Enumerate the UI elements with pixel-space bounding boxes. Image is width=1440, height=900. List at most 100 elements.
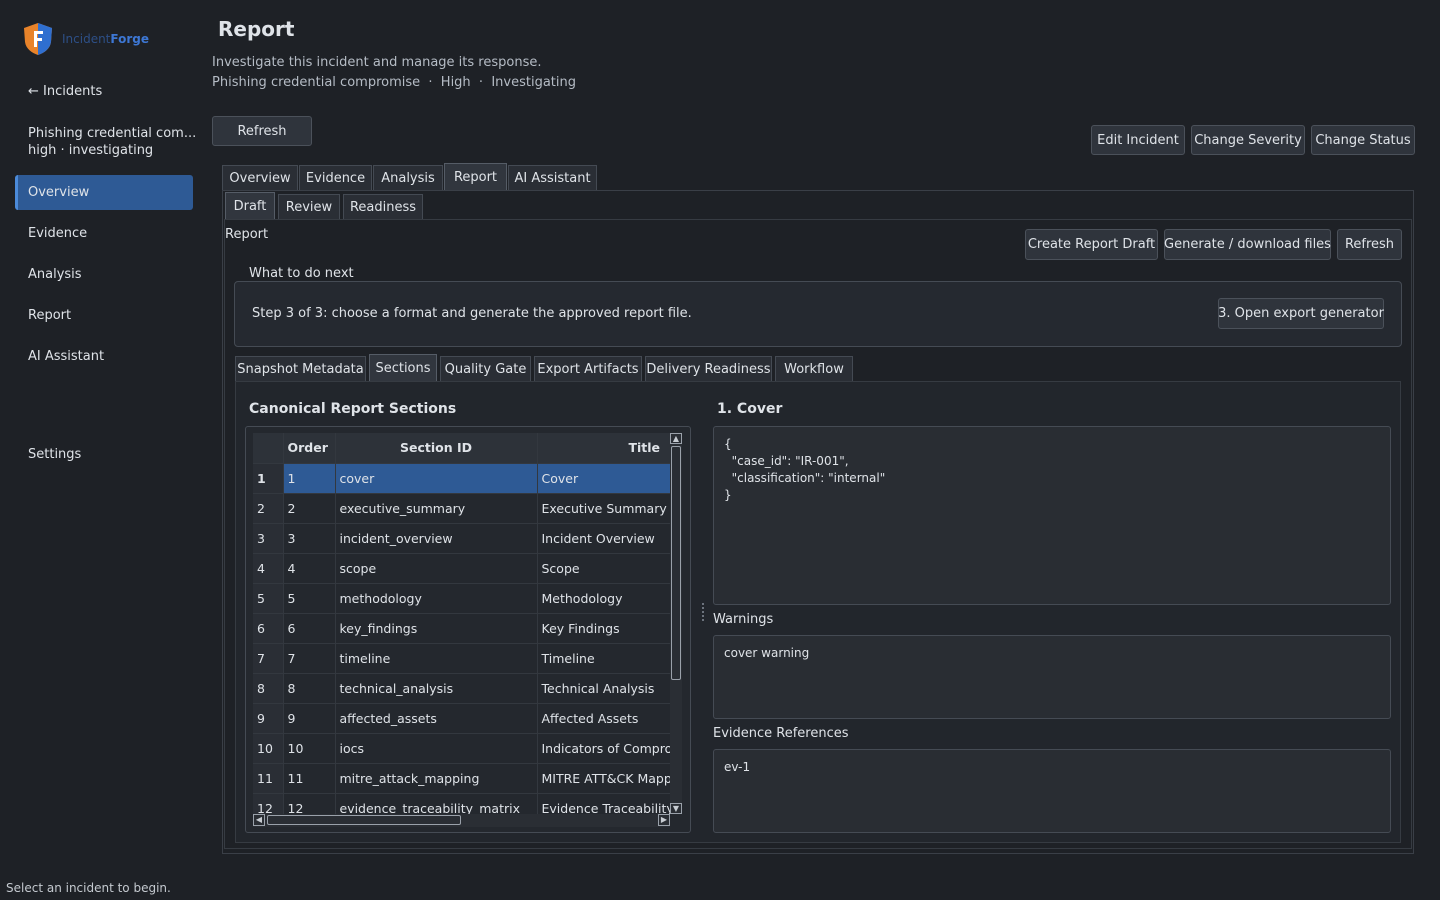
tab-snapshot-metadata[interactable]: Snapshot Metadata — [235, 356, 366, 381]
evidence-references-textbox[interactable]: ev-1 — [713, 749, 1391, 833]
report-refresh-button[interactable]: Refresh — [1337, 229, 1402, 260]
table-row[interactable]: 3 3 incident_overview Incident Overview — [253, 523, 670, 554]
row-number-cell[interactable]: 9 — [253, 703, 284, 734]
section-id-cell[interactable]: methodology — [335, 583, 538, 614]
tab-readiness[interactable]: Readiness — [343, 194, 423, 219]
row-number-cell[interactable]: 2 — [253, 493, 284, 524]
scroll-left-icon[interactable]: ◀ — [253, 814, 265, 826]
table-row[interactable]: 1 1 cover Cover — [253, 463, 670, 494]
column-header-order[interactable]: Order — [283, 433, 336, 464]
sidebar-item-settings[interactable]: Settings — [15, 437, 193, 472]
tab-analysis[interactable]: Analysis — [373, 165, 443, 190]
generate-download-files-button[interactable]: Generate / download files — [1164, 229, 1331, 260]
row-number-cell[interactable]: 8 — [253, 673, 284, 704]
tab-sections[interactable]: Sections — [369, 354, 437, 381]
sidebar-item-report[interactable]: Report — [15, 298, 193, 333]
back-to-incidents-link[interactable]: ← Incidents — [28, 84, 102, 99]
tab-ai-assistant[interactable]: AI Assistant — [508, 165, 597, 190]
sidebar-item-evidence[interactable]: Evidence — [15, 216, 193, 251]
tab-review[interactable]: Review — [278, 194, 340, 219]
tab-draft[interactable]: Draft — [225, 192, 275, 219]
sidebar-item-overview[interactable]: Overview — [15, 175, 193, 210]
row-number-cell[interactable]: 11 — [253, 763, 284, 794]
sections-horizontal-scrollbar[interactable]: ◀ ▶ — [253, 814, 670, 827]
scroll-up-icon[interactable]: ▲ — [670, 433, 682, 444]
row-number-cell[interactable]: 6 — [253, 613, 284, 644]
order-cell[interactable]: 12 — [283, 793, 336, 814]
title-cell[interactable]: Key Findings — [537, 613, 670, 644]
refresh-button[interactable]: Refresh — [212, 116, 312, 146]
row-number-cell[interactable]: 3 — [253, 523, 284, 554]
horizontal-scroll-thumb[interactable] — [267, 815, 461, 825]
order-cell[interactable]: 10 — [283, 733, 336, 764]
table-row[interactable]: 9 9 affected_assets Affected Assets — [253, 703, 670, 734]
order-cell[interactable]: 1 — [283, 463, 336, 494]
order-cell[interactable]: 11 — [283, 763, 336, 794]
splitter-handle[interactable] — [702, 603, 704, 621]
order-cell[interactable]: 5 — [283, 583, 336, 614]
table-row[interactable]: 8 8 technical_analysis Technical Analysis — [253, 673, 670, 704]
table-row[interactable]: 2 2 executive_summary Executive Summary — [253, 493, 670, 524]
vertical-scroll-thumb[interactable] — [671, 446, 681, 680]
row-number-cell[interactable]: 4 — [253, 553, 284, 584]
order-cell[interactable]: 8 — [283, 673, 336, 704]
section-id-cell[interactable]: mitre_attack_mapping — [335, 763, 538, 794]
title-cell[interactable]: Cover — [537, 463, 670, 494]
sidebar-item-ai-assistant[interactable]: AI Assistant — [15, 339, 193, 374]
section-id-cell[interactable]: affected_assets — [335, 703, 538, 734]
order-cell[interactable]: 9 — [283, 703, 336, 734]
tab-overview[interactable]: Overview — [222, 165, 298, 190]
order-cell[interactable]: 3 — [283, 523, 336, 554]
edit-incident-button[interactable]: Edit Incident — [1091, 125, 1185, 155]
title-cell[interactable]: Evidence Traceability Matrix — [537, 793, 670, 814]
order-cell[interactable]: 2 — [283, 493, 336, 524]
section-id-cell[interactable]: timeline — [335, 643, 538, 674]
table-row[interactable]: 1010iocsIndicators of Compromise — [253, 733, 670, 764]
section-id-cell[interactable]: scope — [335, 553, 538, 584]
title-cell[interactable]: MITRE ATT&CK Mapping — [537, 763, 670, 794]
section-id-cell[interactable]: cover — [335, 463, 538, 494]
table-row[interactable]: 6 6 key_findings Key Findings — [253, 613, 670, 644]
tab-evidence[interactable]: Evidence — [299, 165, 372, 190]
section-id-cell[interactable]: evidence_traceability_matrix — [335, 793, 538, 814]
row-number-cell[interactable]: 12 — [253, 793, 284, 814]
row-number-cell[interactable]: 7 — [253, 643, 284, 674]
table-row[interactable]: 11 11 mitre_attack_mapping MITRE ATT&CK Map… — [253, 763, 670, 794]
create-report-draft-button[interactable]: Create Report Draft — [1025, 229, 1158, 260]
change-severity-button[interactable]: Change Severity — [1191, 125, 1305, 155]
table-row[interactable]: 5 5 methodology Methodology — [253, 583, 670, 614]
section-json-editor[interactable]: { "case_id": "IR-001", "classification":… — [713, 426, 1391, 605]
title-cell[interactable]: Timeline — [537, 643, 670, 674]
section-id-cell[interactable]: iocs — [335, 733, 538, 764]
title-cell[interactable]: Indicators of Compromise — [537, 733, 670, 764]
tab-quality-gate[interactable]: Quality Gate — [440, 356, 531, 381]
table-row[interactable]: 12 12 evidence_traceability_matrix Evidence… — [253, 793, 670, 814]
section-id-cell[interactable]: key_findings — [335, 613, 538, 644]
tab-export-artifacts[interactable]: Export Artifacts — [534, 356, 642, 381]
column-header-section-id[interactable]: Section ID — [335, 433, 538, 464]
section-id-cell[interactable]: executive_summary — [335, 493, 538, 524]
change-status-button[interactable]: Change Status — [1311, 125, 1415, 155]
column-header-title[interactable]: Title — [537, 433, 670, 464]
row-number-cell[interactable]: 10 — [253, 733, 284, 764]
title-cell[interactable]: Methodology — [537, 583, 670, 614]
title-cell[interactable]: Incident Overview — [537, 523, 670, 554]
section-id-cell[interactable]: incident_overview — [335, 523, 538, 554]
table-row[interactable]: 4 4 scope Scope — [253, 553, 670, 584]
sidebar-item-analysis[interactable]: Analysis — [15, 257, 193, 292]
tab-delivery-readiness[interactable]: Delivery Readiness — [645, 356, 772, 381]
tab-workflow[interactable]: Workflow — [775, 356, 853, 381]
order-cell[interactable]: 7 — [283, 643, 336, 674]
title-cell[interactable]: Affected Assets — [537, 703, 670, 734]
title-cell[interactable]: Executive Summary — [537, 493, 670, 524]
scroll-right-icon[interactable]: ▶ — [658, 814, 670, 826]
sections-vertical-scrollbar[interactable]: ▲ ▼ — [670, 433, 682, 814]
row-number-cell[interactable]: 5 — [253, 583, 284, 614]
table-row[interactable]: 7 7 timeline Timeline — [253, 643, 670, 674]
order-cell[interactable]: 4 — [283, 553, 336, 584]
scroll-down-icon[interactable]: ▼ — [670, 803, 682, 814]
section-id-cell[interactable]: technical_analysis — [335, 673, 538, 704]
title-cell[interactable]: Technical Analysis — [537, 673, 670, 704]
warnings-textbox[interactable]: cover warning — [713, 635, 1391, 719]
title-cell[interactable]: Scope — [537, 553, 670, 584]
